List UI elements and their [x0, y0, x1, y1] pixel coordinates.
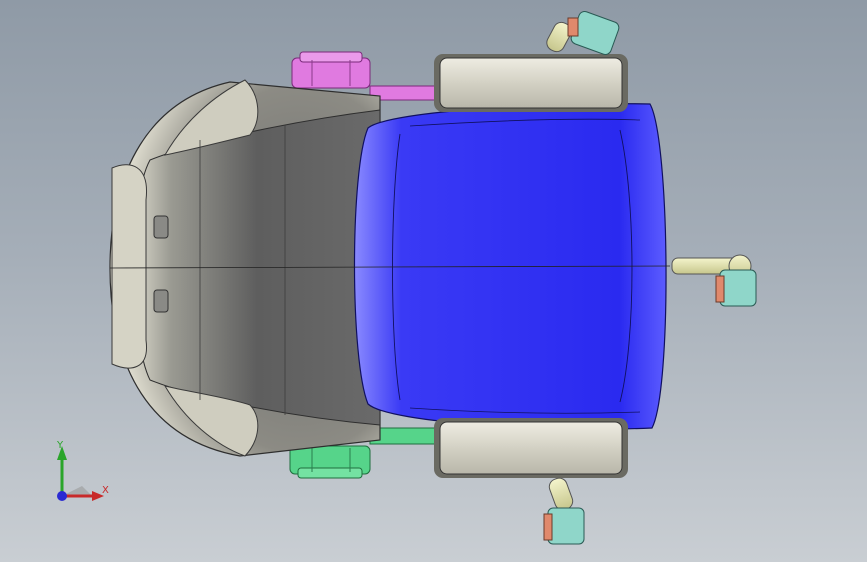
- armrest-top[interactable]: [434, 54, 628, 112]
- chair-model[interactable]: [0, 0, 867, 562]
- triad-axes: [57, 446, 104, 501]
- caster-bottom[interactable]: [543, 476, 585, 545]
- orientation-triad[interactable]: Y X: [40, 436, 120, 516]
- caster-top[interactable]: [544, 10, 621, 56]
- y-axis-label: Y: [57, 440, 64, 451]
- caster-right[interactable]: [671, 254, 757, 307]
- z-axis-dot: [57, 491, 67, 501]
- graphics-viewport[interactable]: Y X: [0, 0, 867, 562]
- x-axis-label: X: [102, 485, 109, 496]
- armrest-bottom[interactable]: [434, 418, 628, 478]
